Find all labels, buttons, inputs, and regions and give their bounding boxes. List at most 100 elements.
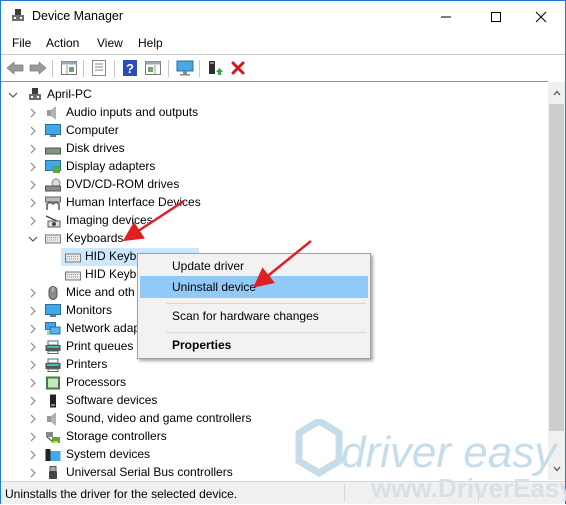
chevron-right-icon[interactable] xyxy=(28,306,38,316)
device-manager-icon xyxy=(12,9,24,21)
chevron-right-icon[interactable] xyxy=(28,396,38,406)
tree-category-disk-drives[interactable]: Disk drives xyxy=(1,140,548,158)
properties-button[interactable] xyxy=(89,58,109,78)
tree-category-dvd-cd-rom-drives[interactable]: DVD/CD-ROM drives xyxy=(1,176,548,194)
processor-icon xyxy=(46,376,60,390)
toolbar-separator xyxy=(114,60,115,77)
show-hide-console-tree-button[interactable] xyxy=(59,58,79,78)
status-bar: Uninstalls the driver for the selected d… xyxy=(1,481,565,504)
toolbar: ? xyxy=(1,54,565,81)
chevron-right-icon[interactable] xyxy=(28,288,38,298)
scan-hardware-button[interactable] xyxy=(175,58,195,78)
storage-controller-icon xyxy=(46,432,60,443)
tree-category-sound-video-and-game-controllers[interactable]: Sound, video and game controllers xyxy=(1,410,548,428)
menu-separator xyxy=(166,303,366,304)
toolbar-separator xyxy=(83,60,84,77)
category-label: Print queues xyxy=(66,339,134,353)
scroll-down-button[interactable] xyxy=(548,460,565,477)
hid-icon xyxy=(45,196,61,210)
tree-category-universal-serial-bus-controllers[interactable]: Universal Serial Bus controllers xyxy=(1,464,548,482)
chevron-right-icon[interactable] xyxy=(28,180,38,190)
minimize-button[interactable] xyxy=(423,1,469,32)
update-driver-button[interactable] xyxy=(205,58,225,78)
menu-item-label: Uninstall device xyxy=(172,280,257,294)
computer-root-icon xyxy=(29,88,41,100)
scroll-up-button[interactable] xyxy=(548,84,565,101)
monitor-icon xyxy=(45,124,61,137)
tree-category-display-adapters[interactable]: Display adapters xyxy=(1,158,548,176)
chevron-right-icon[interactable] xyxy=(28,468,38,478)
tree-category-keyboards[interactable]: Keyboards xyxy=(1,230,548,248)
category-label: Network adap xyxy=(66,321,141,335)
menu-bar: File Action View Help xyxy=(1,32,565,54)
chevron-right-icon[interactable] xyxy=(28,162,38,172)
chevron-right-icon[interactable] xyxy=(28,432,38,442)
properties-icon xyxy=(92,60,106,76)
menu-action[interactable]: Action xyxy=(46,36,79,50)
forward-button[interactable] xyxy=(28,58,48,78)
chevron-down-icon[interactable] xyxy=(28,234,38,244)
menu-item-label: Properties xyxy=(172,338,232,352)
close-button[interactable] xyxy=(518,1,564,32)
context-menu: Update driver Uninstall device Scan for … xyxy=(137,253,371,359)
chevron-down-icon[interactable] xyxy=(8,90,18,100)
tree-category-software-devices[interactable]: Software devices xyxy=(1,392,548,410)
chevron-right-icon[interactable] xyxy=(28,414,38,424)
back-arrow-icon xyxy=(6,61,24,75)
context-menu-properties[interactable]: Properties xyxy=(140,334,368,356)
tree-category-computer[interactable]: Computer xyxy=(1,122,548,140)
usb-icon xyxy=(49,466,57,479)
tree-category-audio-inputs-and-outputs[interactable]: Audio inputs and outputs xyxy=(1,104,548,122)
tree-category-human-interface-devices[interactable]: Human Interface Devices xyxy=(1,194,548,212)
category-label: Sound, video and game controllers xyxy=(66,411,252,425)
vertical-scrollbar[interactable] xyxy=(548,82,565,480)
context-menu-update-driver[interactable]: Update driver xyxy=(140,255,368,277)
menu-help[interactable]: Help xyxy=(138,36,163,50)
back-button[interactable] xyxy=(5,58,25,78)
chevron-right-icon[interactable] xyxy=(28,216,38,226)
update-driver-icon xyxy=(209,61,223,75)
category-label: Computer xyxy=(66,123,119,137)
camera-icon xyxy=(45,215,61,228)
menu-item-label: Scan for hardware changes xyxy=(172,309,319,323)
menu-view[interactable]: View xyxy=(97,36,123,50)
chevron-right-icon[interactable] xyxy=(28,450,38,460)
tree-category-imaging-devices[interactable]: Imaging devices xyxy=(1,212,548,230)
show-action-pane-button[interactable] xyxy=(143,58,163,78)
disk-drive-icon xyxy=(45,147,61,155)
chevron-right-icon[interactable] xyxy=(28,324,38,334)
chevron-right-icon[interactable] xyxy=(28,126,38,136)
tree-category-storage-controllers[interactable]: Storage controllers xyxy=(1,428,548,446)
chevron-down-icon xyxy=(553,466,560,471)
tree-root-label: April-PC xyxy=(47,87,92,101)
printer-icon xyxy=(45,340,61,354)
uninstall-device-icon xyxy=(231,61,245,75)
svg-text:?: ? xyxy=(126,61,134,76)
tree-category-processors[interactable]: Processors xyxy=(1,374,548,392)
chevron-right-icon[interactable] xyxy=(28,144,38,154)
network-icon xyxy=(45,322,61,335)
help-button[interactable]: ? xyxy=(120,58,140,78)
category-label: Software devices xyxy=(66,393,158,407)
chevron-up-icon xyxy=(553,90,560,95)
category-label: Imaging devices xyxy=(66,213,153,227)
keyboard-icon xyxy=(45,234,61,244)
scrollbar-thumb[interactable] xyxy=(549,104,564,431)
context-menu-uninstall-device[interactable]: Uninstall device xyxy=(140,276,368,298)
category-label: Disk drives xyxy=(66,141,125,155)
toolbar-separator xyxy=(199,60,200,77)
chevron-right-icon[interactable] xyxy=(28,342,38,352)
maximize-button[interactable] xyxy=(473,1,519,32)
context-menu-scan-hardware[interactable]: Scan for hardware changes xyxy=(140,305,368,327)
tree-category-system-devices[interactable]: System devices xyxy=(1,446,548,464)
tree-root-april-pc[interactable]: April-PC xyxy=(1,86,548,104)
category-label: Universal Serial Bus controllers xyxy=(66,465,233,479)
chevron-right-icon[interactable] xyxy=(28,360,38,370)
menu-file[interactable]: File xyxy=(12,36,31,50)
chevron-right-icon[interactable] xyxy=(28,198,38,208)
uninstall-device-button[interactable] xyxy=(228,58,248,78)
chevron-right-icon[interactable] xyxy=(28,378,38,388)
chevron-right-icon[interactable] xyxy=(28,108,38,118)
display-adapter-icon xyxy=(45,160,61,173)
speaker-icon xyxy=(47,106,56,120)
